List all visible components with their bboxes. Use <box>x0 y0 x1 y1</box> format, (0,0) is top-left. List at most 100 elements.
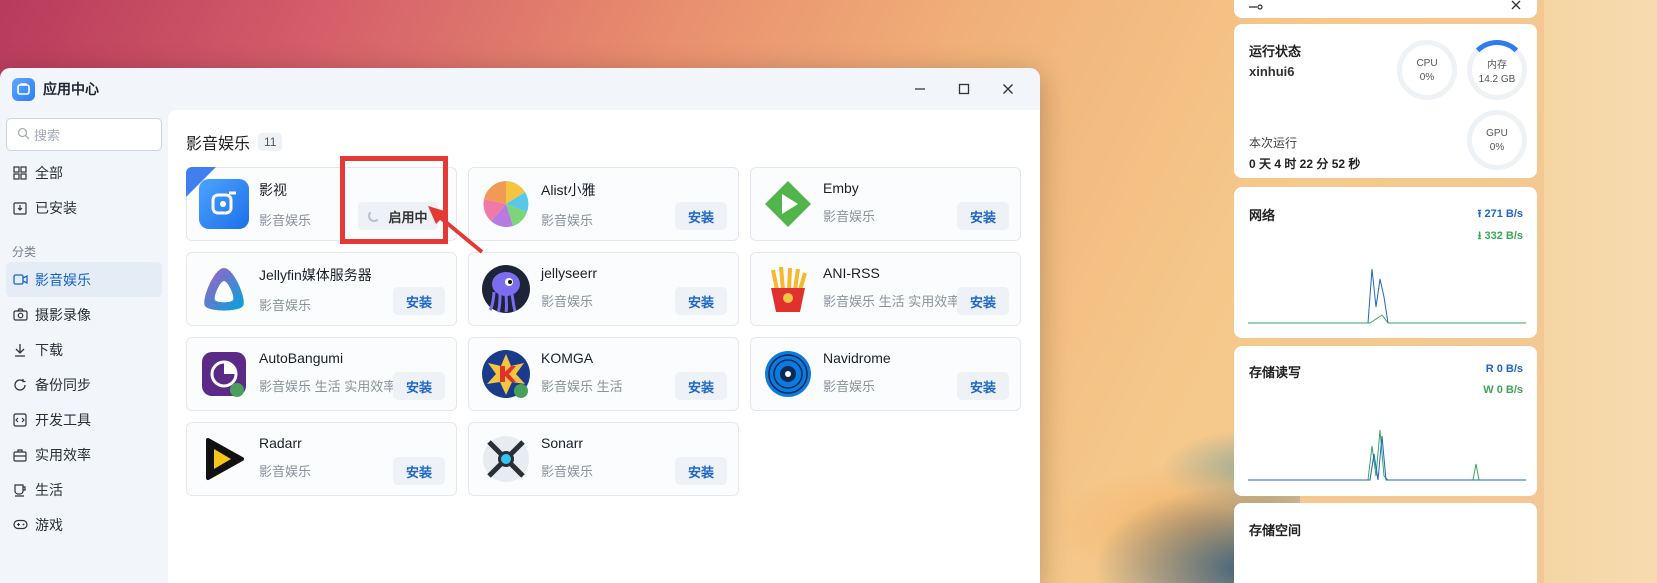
gamepad-icon <box>12 517 28 533</box>
app-center-logo-icon <box>12 77 35 101</box>
panel-close-icon[interactable] <box>1511 0 1521 10</box>
running-status-card: 运行状态 xinhui6 本次运行 0 天 4 时 22 分 52 秒 CPU … <box>1234 24 1537 178</box>
sidebar-item-label: 摄影录像 <box>35 306 91 323</box>
gpu-value: 0% <box>1489 141 1505 153</box>
cpu-label: CPU <box>1416 57 1438 69</box>
cup-icon <box>12 482 28 498</box>
install-button[interactable]: 安装 <box>675 372 727 400</box>
app-center-window: 应用中心 搜索 全部 已安装 分类 影音娱乐 摄影录像 下载 备份同步 开发工具… <box>0 68 1040 583</box>
cpu-gauge: CPU 0% <box>1397 40 1457 100</box>
app-name: Emby <box>823 180 859 196</box>
storage-space-title: 存储空间 <box>1249 523 1302 538</box>
sync-icon <box>12 377 28 393</box>
sidebar-item-media[interactable]: 影音娱乐 <box>6 262 162 297</box>
storage-io-card: 存储读写 R 0 B/s W 0 B/s <box>1234 346 1537 496</box>
install-button[interactable]: 安装 <box>393 457 445 485</box>
install-button[interactable]: 安装 <box>393 287 445 315</box>
main-content: 影音娱乐 11 影视 影音娱乐 启用中 Alist小雅 影音娱乐 安装 Emby… <box>168 110 1040 583</box>
code-icon <box>12 412 28 428</box>
running-status-title: 运行状态 <box>1249 44 1302 59</box>
search-input[interactable]: 搜索 <box>6 118 162 151</box>
app-name: Alist小雅 <box>541 182 596 198</box>
app-card-alist[interactable]: Alist小雅 影音娱乐 安装 <box>468 167 739 241</box>
install-button[interactable]: 安装 <box>393 372 445 400</box>
install-button[interactable]: 安装 <box>957 202 1009 230</box>
sidebar-item-installed[interactable]: 已安装 <box>6 190 162 225</box>
sidebar-item-label: 已安装 <box>35 199 77 216</box>
category-section-label: 分类 <box>12 245 37 259</box>
app-card-ani-rss[interactable]: ANI-RSS 影音娱乐 生活 实用效率 安装 <box>750 252 1021 326</box>
official-corner-badge <box>186 167 216 197</box>
title-bar[interactable]: 应用中心 <box>0 68 1040 110</box>
app-card-autobangumi[interactable]: AutoBangumi 影音娱乐 生活 实用效率 安装 <box>186 337 457 411</box>
network-download: ⭳ 332 B/s <box>1478 227 1523 246</box>
app-card-jellyfin[interactable]: Jellyfin媒体服务器 影音娱乐 安装 <box>186 252 457 326</box>
installed-icon <box>12 200 28 216</box>
search-placeholder: 搜索 <box>34 128 61 143</box>
sidebar-item-label: 备份同步 <box>35 376 91 393</box>
status-panel: 运行状态 xinhui6 本次运行 0 天 4 时 22 分 52 秒 CPU … <box>1229 0 1544 583</box>
install-button[interactable]: 安装 <box>957 287 1009 315</box>
app-grid: 影视 影音娱乐 启用中 Alist小雅 影音娱乐 安装 Emby 影音娱乐 安装… <box>186 167 1022 496</box>
uptime-value: 0 天 4 时 22 分 52 秒 <box>1249 157 1361 171</box>
category-title: 影音娱乐 <box>186 136 251 153</box>
sidebar-item-photo[interactable]: 摄影录像 <box>6 297 162 332</box>
install-button[interactable]: 安装 <box>675 287 727 315</box>
maximize-button[interactable] <box>942 76 986 102</box>
storage-io-graph <box>1248 429 1526 481</box>
app-card-navidrome[interactable]: Navidrome 影音娱乐 安装 <box>750 337 1021 411</box>
hostname: xinhui6 <box>1249 64 1295 79</box>
sidebar-item-label: 下载 <box>35 341 63 358</box>
jellyseerr-app-icon <box>481 264 531 314</box>
close-icon <box>1003 84 1013 94</box>
sidebar-item-label: 开发工具 <box>35 411 91 428</box>
video-icon <box>12 272 28 288</box>
download-icon <box>12 342 28 358</box>
close-button[interactable] <box>986 76 1030 102</box>
install-button[interactable]: 安装 <box>675 457 727 485</box>
settings-sliders-icon[interactable] <box>1248 4 1264 14</box>
sonarr-app-icon <box>481 434 531 484</box>
install-button[interactable]: 安装 <box>675 202 727 230</box>
network-upload: ⭱ 271 B/s <box>1478 205 1523 224</box>
wallpaper-edge <box>1544 0 1657 583</box>
app-card-radarr[interactable]: Radarr 影音娱乐 安装 <box>186 422 457 496</box>
install-button[interactable]: 安装 <box>957 372 1009 400</box>
app-name: jellyseerr <box>541 265 598 281</box>
app-card-emby[interactable]: Emby 影音娱乐 安装 <box>750 167 1021 241</box>
komga-app-icon <box>481 349 531 399</box>
network-card: 网络 ⭱ 271 B/s ⭳ 332 B/s <box>1234 187 1537 338</box>
emby-app-icon <box>763 179 813 229</box>
sidebar-item-label: 全部 <box>35 164 63 181</box>
sidebar-item-productivity[interactable]: 实用效率 <box>6 437 162 472</box>
app-card-sonarr[interactable]: Sonarr 影音娱乐 安装 <box>468 422 739 496</box>
sidebar: 搜索 全部 已安装 分类 影音娱乐 摄影录像 下载 备份同步 开发工具 实用效率… <box>0 110 168 583</box>
storage-space-card: 存储空间 <box>1234 503 1537 583</box>
sidebar-item-backup[interactable]: 备份同步 <box>6 367 162 402</box>
sidebar-item-label: 实用效率 <box>35 446 91 463</box>
download-speed: 332 B/s <box>1484 230 1523 242</box>
sidebar-item-all[interactable]: 全部 <box>6 155 162 190</box>
minimize-icon <box>915 88 925 90</box>
sidebar-item-life[interactable]: 生活 <box>6 472 162 507</box>
storage-read-speed: R 0 B/s <box>1485 363 1523 375</box>
navidrome-app-icon <box>763 349 813 399</box>
minimize-button[interactable] <box>898 76 942 102</box>
search-icon <box>17 127 30 143</box>
panel-top-toolbar <box>1234 0 1537 18</box>
storage-io-title: 存储读写 <box>1249 365 1302 380</box>
toolbox-icon <box>12 447 28 463</box>
jellyfin-app-icon <box>199 264 249 314</box>
storage-write-speed: W 0 B/s <box>1483 384 1523 396</box>
uptime-label: 本次运行 <box>1249 136 1298 150</box>
app-card-jellyseerr[interactable]: jellyseerr 影音娱乐 安装 <box>468 252 739 326</box>
sidebar-item-devtools[interactable]: 开发工具 <box>6 402 162 437</box>
app-card-komga[interactable]: KOMGA 影音娱乐 生活 安装 <box>468 337 739 411</box>
app-name: Jellyfin媒体服务器 <box>259 267 372 283</box>
sidebar-item-games[interactable]: 游戏 <box>6 507 162 542</box>
cpu-value: 0% <box>1419 71 1435 83</box>
radarr-app-icon <box>199 434 249 484</box>
app-name: Sonarr <box>541 435 584 451</box>
gpu-gauge: GPU 0% <box>1467 110 1527 170</box>
sidebar-item-download[interactable]: 下载 <box>6 332 162 367</box>
